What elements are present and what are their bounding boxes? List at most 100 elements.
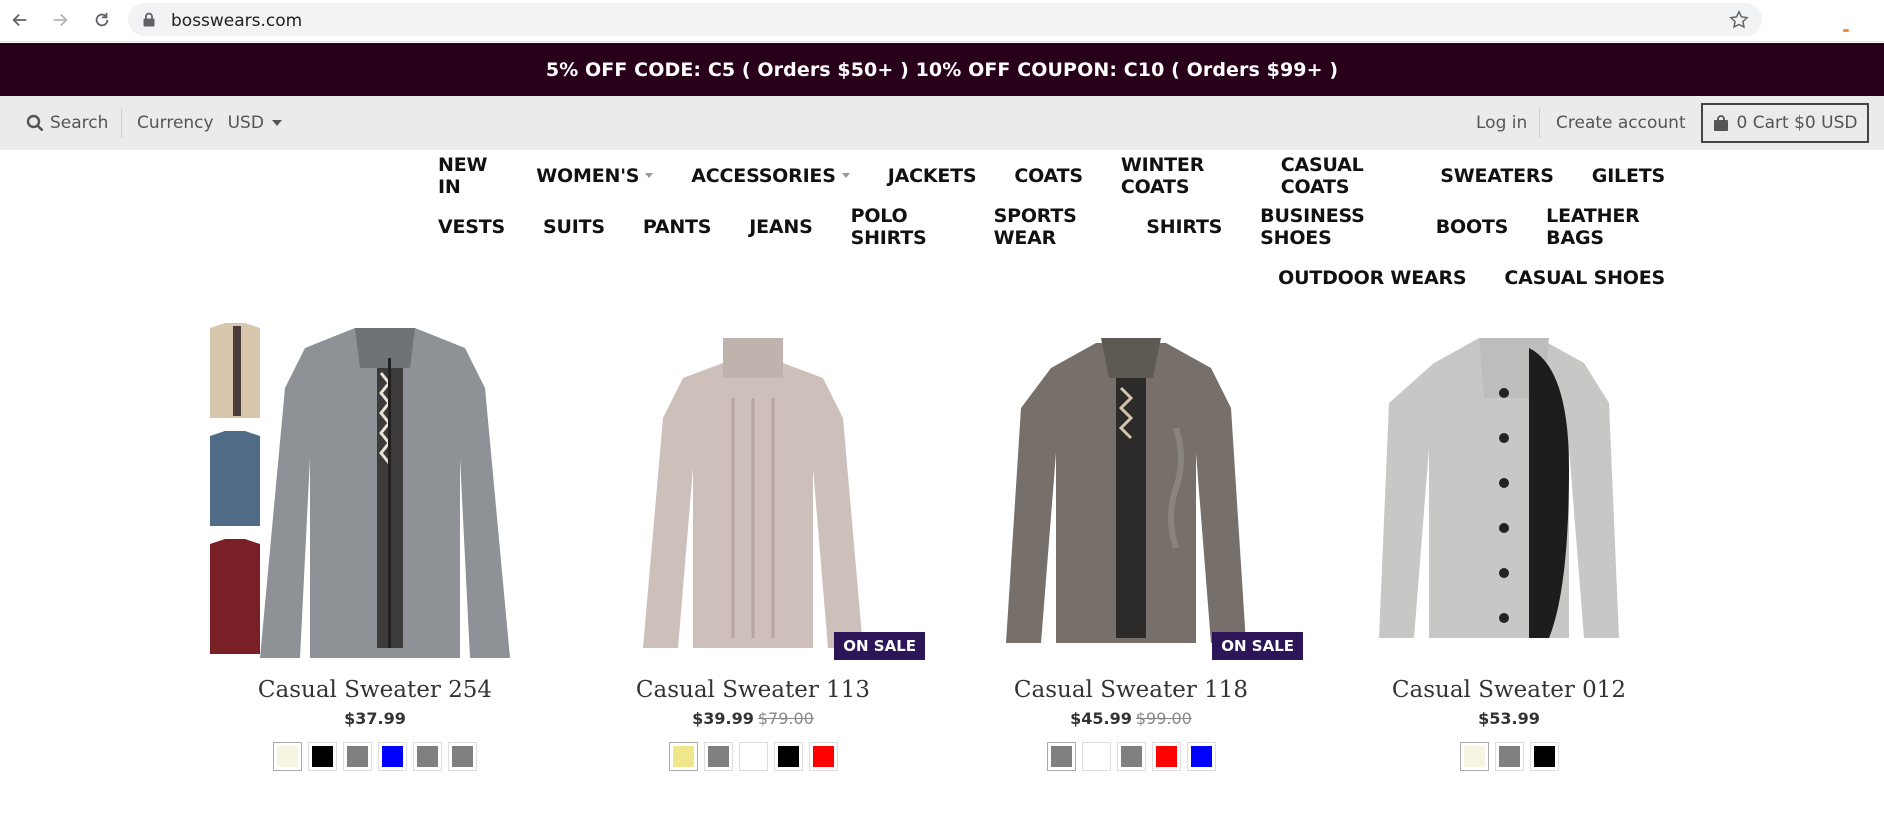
nav-coats[interactable]: COATS <box>1014 165 1083 187</box>
nav-new-in[interactable]: NEW IN <box>438 154 498 198</box>
color-swatch[interactable] <box>273 742 302 771</box>
nav-winter-coats[interactable]: WINTER COATS <box>1121 154 1243 198</box>
swatch-color <box>1085 746 1107 767</box>
nav-label: LEATHER BAGS <box>1546 204 1640 249</box>
chevron-down-icon <box>841 173 850 178</box>
nav-label: PANTS <box>642 215 712 238</box>
color-swatch[interactable] <box>413 742 442 771</box>
color-swatch[interactable] <box>448 742 477 771</box>
nav-label: OUTDOOR WEARS <box>1278 266 1467 289</box>
product-card[interactable]: ON SALE Casual Sweater 113 $39.99 $79.00 <box>573 318 933 771</box>
nav-suits[interactable]: SUITS <box>543 216 605 238</box>
product-card[interactable]: ON SALE Casual Sweater 118 $45.99 $99.00 <box>951 318 1311 771</box>
login-link[interactable]: Log in <box>1476 96 1527 150</box>
nav-leather-bags[interactable]: LEATHER BAGS <box>1546 205 1665 249</box>
nav-label: SUITS <box>543 215 605 238</box>
nav-label: SHIRTS <box>1146 215 1223 238</box>
color-swatch[interactable] <box>1529 742 1559 771</box>
color-swatch[interactable] <box>668 742 698 771</box>
color-swatch[interactable] <box>343 742 372 771</box>
nav-label: JEANS <box>749 215 813 238</box>
color-swatch[interactable] <box>1186 742 1216 771</box>
product-title[interactable]: Casual Sweater 012 <box>1329 677 1689 703</box>
currency-value: USD <box>227 113 264 133</box>
swatch-color <box>672 746 694 767</box>
product-price: $53.99 <box>1329 709 1689 728</box>
product-price: $37.99 <box>195 709 555 728</box>
product-title[interactable]: Casual Sweater 254 <box>195 677 555 703</box>
create-account-link[interactable]: Create account <box>1556 96 1686 150</box>
product-image[interactable]: ON SALE <box>951 318 1311 668</box>
swatch-color <box>1050 746 1072 767</box>
divider <box>1539 108 1540 138</box>
product-price: $39.99 $79.00 <box>573 709 933 728</box>
color-swatch[interactable] <box>703 742 733 771</box>
nav-label: SPORTS WEAR <box>993 204 1077 249</box>
color-swatch[interactable] <box>1459 742 1489 771</box>
product-card[interactable]: Casual Sweater 012 $53.99 <box>1329 318 1689 771</box>
color-swatch[interactable] <box>808 742 838 771</box>
color-swatch[interactable] <box>738 742 768 771</box>
sweater-image <box>1379 338 1619 638</box>
back-arrow-icon[interactable] <box>6 6 34 34</box>
sweater-image <box>1006 338 1246 643</box>
address-bar[interactable]: bosswears.com <box>128 3 1762 36</box>
nav-business-shoes[interactable]: BUSINESS SHOES <box>1260 205 1398 249</box>
reload-icon[interactable] <box>88 6 116 34</box>
nav-row-3: OUTDOOR WEARS CASUAL SHOES <box>400 252 1665 303</box>
nav-casual-coats[interactable]: CASUAL COATS <box>1281 154 1403 198</box>
color-swatches <box>951 742 1311 771</box>
color-swatch[interactable] <box>773 742 803 771</box>
nav-polo-shirts[interactable]: POLO SHIRTS <box>851 205 956 249</box>
nav-row-2: VESTS SUITS PANTS JEANS POLO SHIRTS SPOR… <box>400 201 1665 252</box>
nav-accessories[interactable]: ACCESSORIES <box>691 165 850 187</box>
color-swatch[interactable] <box>1081 742 1111 771</box>
nav-gilets[interactable]: GILETS <box>1592 165 1665 187</box>
search-label: Search <box>50 113 109 133</box>
swatch-color <box>312 746 333 767</box>
product-title[interactable]: Casual Sweater 118 <box>951 677 1311 703</box>
search-link[interactable]: Search <box>26 96 108 150</box>
product-image[interactable] <box>1329 318 1689 668</box>
color-swatch[interactable] <box>1151 742 1181 771</box>
color-swatch[interactable] <box>1116 742 1146 771</box>
nav-shirts[interactable]: SHIRTS <box>1146 216 1222 238</box>
nav-label: SWEATERS <box>1440 164 1554 187</box>
cart-button[interactable]: 0 Cart $0 USD <box>1701 103 1869 143</box>
currency-label: Currency <box>137 113 214 133</box>
utility-bar: Search Currency USD Log in Create accoun… <box>0 96 1884 150</box>
url-text: bosswears.com <box>171 11 303 31</box>
nav-sweaters[interactable]: SWEATERS <box>1440 165 1554 187</box>
currency-selector[interactable]: Currency USD <box>137 96 282 150</box>
nav-outdoor-wears[interactable]: OUTDOOR WEARS <box>1278 267 1466 289</box>
nav-boots[interactable]: BOOTS <box>1435 215 1509 238</box>
nav-jackets[interactable]: JACKETS <box>888 165 977 187</box>
color-swatch[interactable] <box>1046 742 1076 771</box>
product-title[interactable]: Casual Sweater 113 <box>573 677 933 703</box>
product-image[interactable] <box>195 318 555 668</box>
nav-jeans[interactable]: JEANS <box>749 215 813 238</box>
product-card[interactable]: Casual Sweater 254 $37.99 <box>195 318 555 771</box>
color-swatch[interactable] <box>308 742 337 771</box>
cart-label: 0 Cart $0 USD <box>1736 113 1858 133</box>
nav-label: NEW IN <box>438 153 488 198</box>
product-image[interactable]: ON SALE <box>573 318 933 668</box>
nav-sports-wear[interactable]: SPORTS WEAR <box>994 205 1109 249</box>
swatch-color <box>452 746 473 767</box>
nav-womens[interactable]: WOMEN'S <box>536 165 654 187</box>
nav-label: CASUAL COATS <box>1280 153 1364 198</box>
star-icon[interactable] <box>1728 9 1750 31</box>
lock-icon <box>143 12 155 27</box>
nav-vests[interactable]: VESTS <box>438 216 505 238</box>
nav-pants[interactable]: PANTS <box>642 215 712 238</box>
color-swatches <box>195 742 555 771</box>
color-swatch[interactable] <box>378 742 407 771</box>
swatch-color <box>1463 746 1485 767</box>
forward-arrow-icon[interactable] <box>46 6 74 34</box>
nav-label: WINTER COATS <box>1120 153 1205 198</box>
nav-casual-shoes[interactable]: CASUAL SHOES <box>1504 267 1665 289</box>
color-swatches <box>1329 742 1689 771</box>
current-price: $39.99 <box>692 709 754 728</box>
nav-label: BOOTS <box>1435 215 1509 238</box>
color-swatch[interactable] <box>1494 742 1524 771</box>
